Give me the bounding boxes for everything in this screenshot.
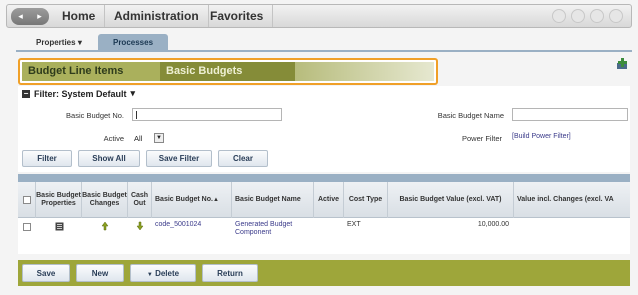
build-power-filter-link[interactable]: [Build Power Filter]	[512, 133, 571, 140]
breadcrumb-banner: Budget Line Items Basic Budgets	[18, 58, 438, 85]
col-properties[interactable]: Basic Budget Properties	[36, 182, 82, 218]
return-button[interactable]: Return	[202, 264, 258, 282]
add-record-icon[interactable]	[616, 57, 630, 71]
help-icon[interactable]	[552, 9, 566, 23]
save-button[interactable]: Save	[22, 264, 70, 282]
properties-icon[interactable]	[55, 222, 64, 231]
col-cash-out[interactable]: Cash Out	[128, 182, 152, 218]
active-select-value[interactable]: All	[134, 134, 142, 143]
save-filter-button[interactable]: Save Filter	[146, 150, 212, 167]
sub-tab-row: Properties ▾ Processes	[16, 31, 632, 52]
delete-button[interactable]: ▼ Delete	[130, 264, 196, 282]
active-label: Active	[103, 134, 124, 143]
budget-grid: Basic Budget Properties Basic Budget Cha…	[18, 174, 630, 254]
banner-fade	[295, 62, 434, 81]
budget-name-input[interactable]	[512, 108, 628, 121]
budget-name-label: Basic Budget Name	[437, 111, 504, 120]
forward-arrow-icon[interactable]: ▸	[37, 11, 42, 22]
show-all-button[interactable]: Show All	[78, 150, 140, 167]
new-button[interactable]: New	[76, 264, 124, 282]
col-budget-name[interactable]: Basic Budget Name	[232, 182, 314, 218]
chevron-down-icon[interactable]: ▾	[131, 88, 136, 99]
logout-icon[interactable]	[609, 9, 623, 23]
row-checkbox[interactable]	[23, 223, 31, 231]
chevron-down-icon: ▾	[77, 38, 82, 47]
select-all-header[interactable]	[18, 182, 36, 218]
settings-icon[interactable]	[590, 9, 604, 23]
changes-icon[interactable]	[100, 221, 110, 231]
cell-budget-name[interactable]: Generated Budget Component	[235, 221, 311, 237]
system-icons	[552, 9, 623, 23]
sort-asc-icon: ▲	[212, 197, 219, 203]
nav-home[interactable]: Home	[53, 5, 106, 27]
table-row[interactable]: code_5001024 Generated Budget Component …	[18, 219, 630, 241]
filter-header[interactable]: − Filter: System Default ▾	[22, 88, 135, 99]
action-bar: Save New ▼ Delete Return	[18, 260, 630, 286]
select-all-checkbox[interactable]	[22, 196, 31, 204]
nav-administration[interactable]: Administration	[105, 5, 209, 27]
col-budget-value[interactable]: Basic Budget Value (excl. VAT)	[388, 182, 514, 218]
cell-budget-no[interactable]: code_5001024	[155, 221, 201, 229]
col-value-incl-changes[interactable]: Value incl. Changes (excl. VA	[514, 182, 630, 218]
cell-cost-type: EXT	[347, 221, 361, 228]
clear-button[interactable]: Clear	[218, 150, 268, 167]
power-filter-label: Power Filter	[461, 134, 502, 143]
col-cost-type[interactable]: Cost Type	[344, 182, 388, 218]
tab-properties[interactable]: Properties ▾	[28, 34, 90, 52]
cash-out-icon[interactable]	[135, 221, 145, 231]
tab-properties-label: Properties	[36, 38, 76, 47]
budget-no-label: Basic Budget No.	[66, 111, 124, 120]
tab-processes[interactable]: Processes	[98, 34, 168, 52]
filter-button[interactable]: Filter	[22, 150, 72, 167]
budget-no-input[interactable]	[132, 108, 282, 121]
delete-label: Delete	[155, 269, 180, 278]
col-active[interactable]: Active	[314, 182, 344, 218]
filter-title: Filter: System Default	[34, 88, 127, 99]
breadcrumb-budget-line-items[interactable]: Budget Line Items	[22, 62, 160, 81]
chevron-down-icon[interactable]: ▼	[154, 133, 164, 143]
col-budget-no[interactable]: Basic Budget No. ▲	[152, 182, 232, 218]
cell-budget-value: 10,000.00	[477, 221, 509, 228]
grid-header: Basic Budget Properties Basic Budget Cha…	[18, 182, 630, 218]
back-forward-buttons[interactable]: ◂ ▸	[11, 8, 49, 25]
collapse-icon[interactable]: −	[22, 89, 30, 98]
nav-favorites[interactable]: Favorites	[201, 5, 274, 27]
col-changes[interactable]: Basic Budget Changes	[82, 182, 128, 218]
col-budget-no-label: Basic Budget No.	[155, 196, 213, 203]
top-nav-bar: ◂ ▸ Home Administration Favorites	[6, 4, 632, 28]
back-arrow-icon[interactable]: ◂	[18, 11, 23, 22]
filter-panel: − Filter: System Default ▾ Basic Budget …	[18, 86, 630, 172]
breadcrumb-basic-budgets: Basic Budgets	[160, 62, 295, 81]
chevron-down-icon: ▼	[146, 272, 153, 278]
home-icon[interactable]	[571, 9, 585, 23]
